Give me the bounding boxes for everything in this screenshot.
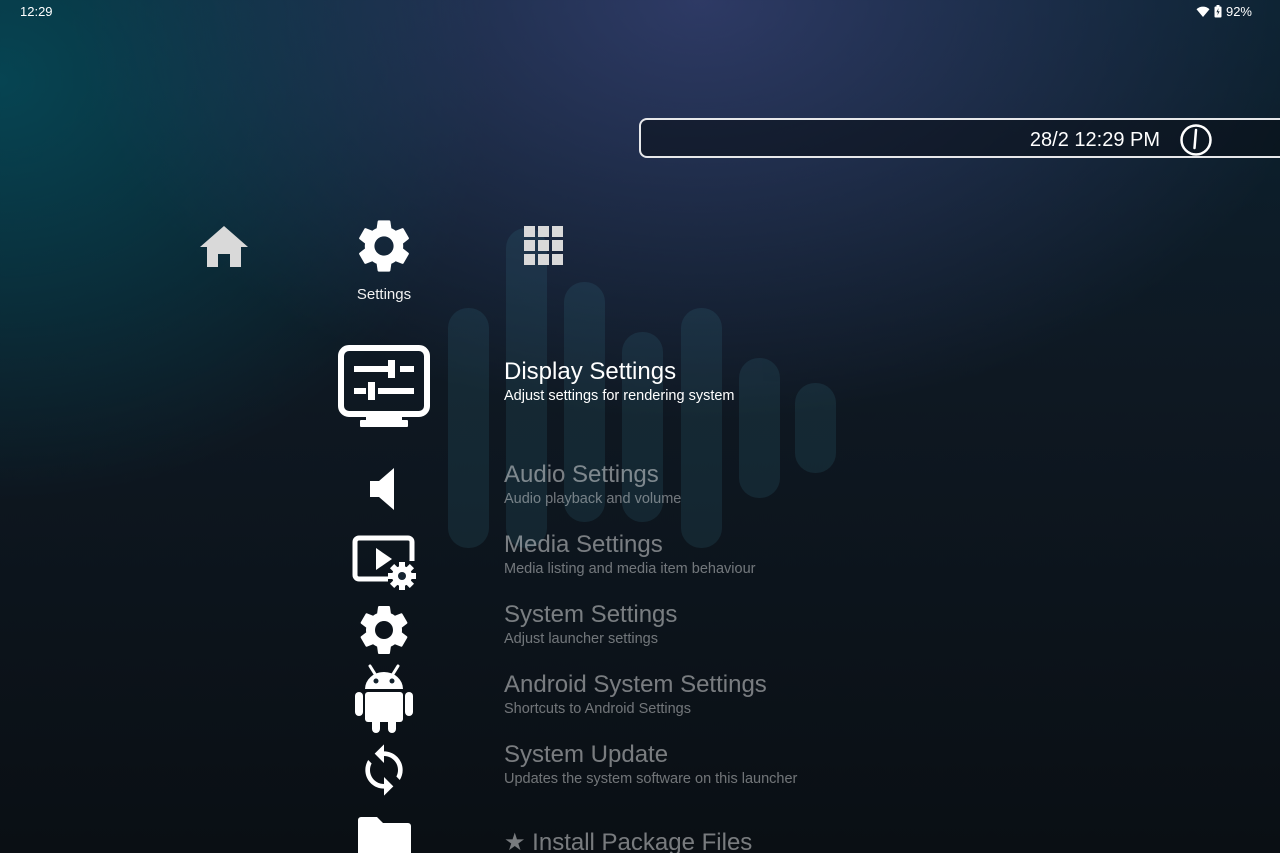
- status-time: 12:29: [20, 4, 53, 19]
- menu-item-description: Updates the system software on this laun…: [504, 771, 798, 787]
- menu-item-description: Shortcuts to Android Settings: [504, 701, 691, 717]
- nav-settings-label: Settings: [356, 286, 412, 303]
- clock-bar: 28/2 12:29 PM: [639, 118, 1280, 158]
- gear-icon: [359, 220, 409, 272]
- menu-item-title: Android System Settings: [504, 671, 767, 698]
- menu-item-description: Audio playback and volume: [504, 491, 682, 507]
- menu-item-system-update[interactable]: System Update Updates the system softwar…: [504, 741, 797, 787]
- menu-item-title: System Settings: [504, 601, 678, 628]
- apps-grid-icon: [524, 226, 563, 265]
- menu-item-title: System Update: [504, 741, 669, 768]
- sync-icon[interactable]: [356, 740, 412, 800]
- menu-item-install-package-files[interactable]: ★ Install Package Files: [504, 828, 752, 853]
- clock-datetime: 28/2 12:29 PM: [1029, 129, 1160, 151]
- menu-item-title: Audio Settings: [504, 461, 659, 488]
- nav-settings[interactable]: Settings: [334, 212, 434, 308]
- power-icon[interactable]: [1179, 123, 1213, 157]
- menu-item-system-settings[interactable]: System Settings Adjust launcher settings: [504, 601, 677, 647]
- status-bar: 12:29 92%: [0, 0, 1280, 24]
- menu-item-title: Media Settings: [504, 531, 663, 558]
- android-icon[interactable]: [354, 664, 414, 734]
- status-indicators: 92%: [1196, 4, 1252, 19]
- battery-percent: 92%: [1225, 4, 1252, 19]
- gear-icon[interactable]: [354, 600, 414, 660]
- menu-item-title: ★ Install Package Files: [504, 829, 753, 853]
- nav-home[interactable]: [196, 220, 252, 276]
- battery-icon: [1214, 5, 1222, 18]
- menu-item-audio-settings[interactable]: Audio Settings Audio playback and volume: [504, 461, 681, 507]
- display-settings-icon[interactable]: [338, 345, 430, 429]
- menu-item-description: Adjust launcher settings: [504, 631, 658, 647]
- nav-apps[interactable]: [516, 220, 572, 276]
- wifi-icon: [1196, 6, 1210, 17]
- menu-item-android-system-settings[interactable]: Android System Settings Shortcuts to And…: [504, 671, 767, 717]
- menu-item-media-settings[interactable]: Media Settings Media listing and media i…: [504, 531, 755, 577]
- home-icon: [200, 226, 248, 267]
- media-settings-icon[interactable]: [352, 535, 420, 591]
- speaker-icon[interactable]: [366, 466, 402, 512]
- menu-item-title: Display Settings: [504, 358, 677, 385]
- folder-icon[interactable]: [356, 816, 412, 853]
- menu-item-description: Adjust settings for rendering system: [504, 388, 735, 404]
- menu-item-description: Media listing and media item behaviour: [504, 561, 756, 577]
- menu-item-display-settings[interactable]: Display Settings Adjust settings for ren…: [504, 358, 735, 404]
